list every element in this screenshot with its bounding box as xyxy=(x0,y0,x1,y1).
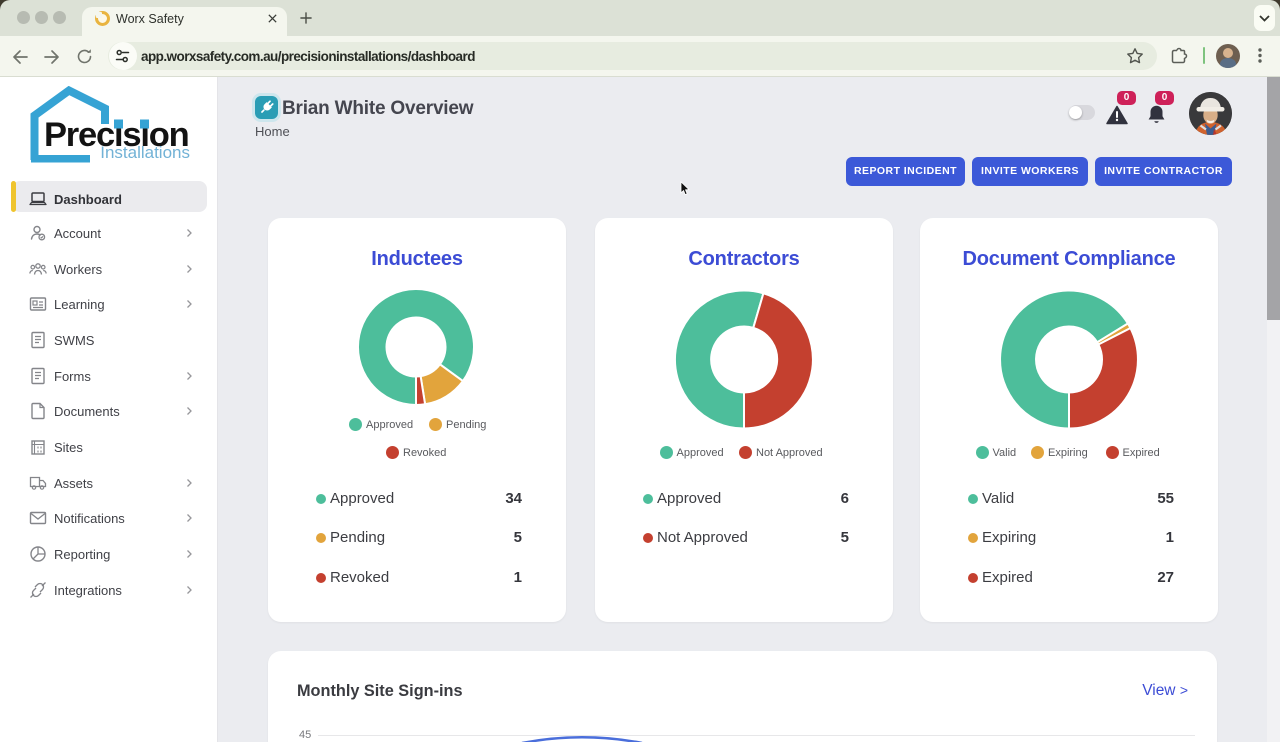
svg-text:Installations: Installations xyxy=(100,143,190,162)
